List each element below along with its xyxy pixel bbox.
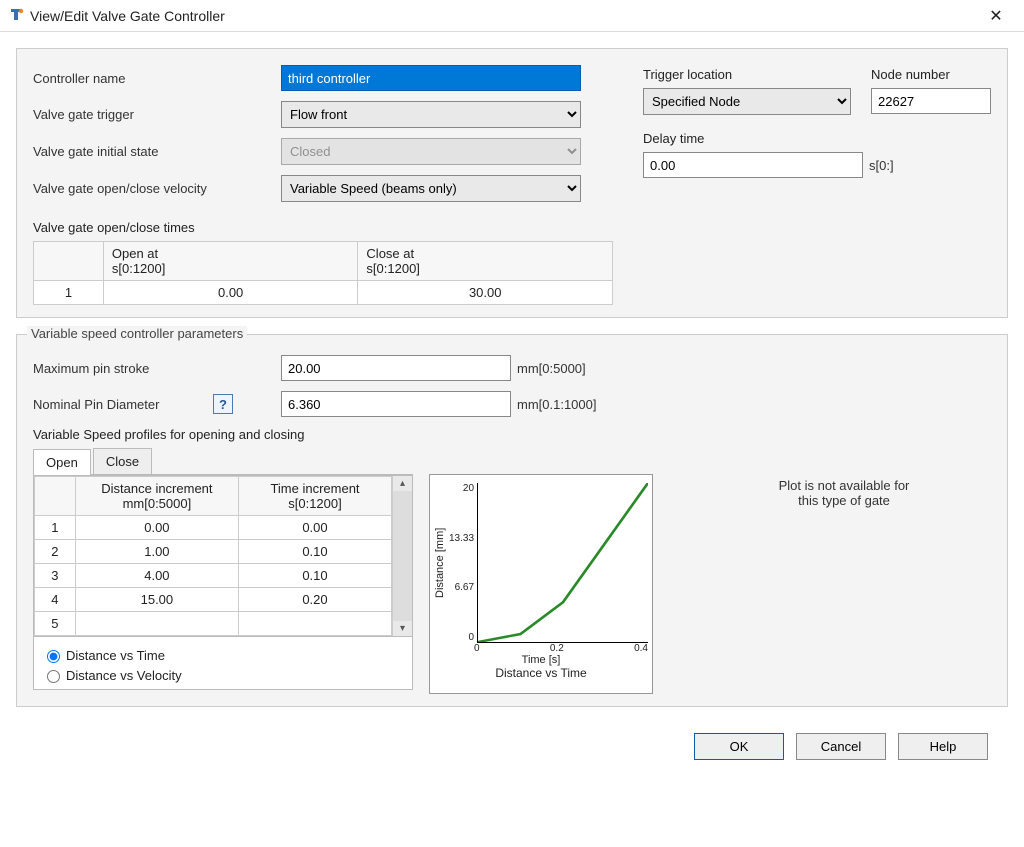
close-icon[interactable]: ✕ <box>976 6 1016 26</box>
variable-speed-group: Variable speed controller parameters Max… <box>16 334 1008 707</box>
nominal-pin-diam-label: Nominal Pin Diameter <box>33 397 205 412</box>
profile-tabs: Open Close <box>33 448 413 475</box>
help-button[interactable]: Help <box>898 733 988 760</box>
variable-speed-legend: Variable speed controller parameters <box>27 326 247 341</box>
window-title: View/Edit Valve Gate Controller <box>30 8 976 24</box>
valve-gate-initial-state-label: Valve gate initial state <box>33 144 281 159</box>
scroll-down-icon[interactable]: ▾ <box>400 621 405 636</box>
tab-open[interactable]: Open <box>33 449 91 475</box>
times-table[interactable]: Open at s[0:1200] Close at s[0:1200] 1 0… <box>33 241 613 305</box>
chart-xlabel: Time [s] <box>434 654 648 666</box>
nominal-pin-diam-units: mm[0.1:1000] <box>517 397 597 412</box>
times-table-heading: Valve gate open/close times <box>33 220 991 235</box>
chart-title: Distance vs Time <box>434 666 648 680</box>
radio-distance-vs-time[interactable]: Distance vs Time <box>42 647 404 663</box>
trigger-location-label: Trigger location <box>643 67 851 82</box>
profile-scrollbar[interactable]: ▴ ▾ <box>392 476 412 636</box>
valve-gate-trigger-label: Valve gate trigger <box>33 107 281 122</box>
ok-button[interactable]: OK <box>694 733 784 760</box>
chart-ylabel: Distance [mm] <box>434 483 446 643</box>
cancel-button[interactable]: Cancel <box>796 733 886 760</box>
nominal-pin-diam-input[interactable] <box>281 391 511 417</box>
app-icon <box>8 8 24 24</box>
valve-gate-initial-state-select: Closed <box>281 138 581 165</box>
tab-close[interactable]: Close <box>93 448 152 474</box>
valve-gate-trigger-select[interactable]: Flow front <box>281 101 581 128</box>
delay-time-input[interactable] <box>643 152 863 178</box>
max-pin-stroke-input[interactable] <box>281 355 511 381</box>
trigger-location-select[interactable]: Specified Node <box>643 88 851 115</box>
table-row[interactable]: 1 0.00 30.00 <box>34 281 613 305</box>
node-number-input[interactable] <box>871 88 991 114</box>
table-row: 21.000.10 <box>35 540 392 564</box>
valve-gate-velocity-label: Valve gate open/close velocity <box>33 181 281 196</box>
controller-name-input[interactable] <box>281 65 581 91</box>
scroll-up-icon[interactable]: ▴ <box>400 476 405 491</box>
controller-group: Controller name Valve gate trigger Flow … <box>16 48 1008 318</box>
delay-time-label: Delay time <box>643 131 991 146</box>
profile-table[interactable]: Distance increment mm[0:5000] Time incre… <box>33 475 413 637</box>
table-row: 34.000.10 <box>35 564 392 588</box>
profiles-heading: Variable Speed profiles for opening and … <box>33 427 991 442</box>
titlebar: View/Edit Valve Gate Controller ✕ <box>0 0 1024 32</box>
delay-time-units: s[0:] <box>869 158 894 173</box>
table-row: 415.000.20 <box>35 588 392 612</box>
valve-gate-velocity-select[interactable]: Variable Speed (beams only) <box>281 175 581 202</box>
plot-unavailable-message: Plot is not available for this type of g… <box>719 478 969 508</box>
help-icon[interactable]: ? <box>213 394 233 414</box>
table-row: 10.000.00 <box>35 516 392 540</box>
node-number-label: Node number <box>871 67 991 82</box>
dialog-buttons: OK Cancel Help <box>16 723 1008 760</box>
max-pin-stroke-units: mm[0:5000] <box>517 361 586 376</box>
max-pin-stroke-label: Maximum pin stroke <box>33 361 281 376</box>
profile-chart: Distance [mm] 20 13.33 6.67 0 0 0.2 0.4 <box>429 474 653 694</box>
controller-name-label: Controller name <box>33 71 281 86</box>
radio-distance-vs-velocity[interactable]: Distance vs Velocity <box>42 667 404 683</box>
table-row: 5 <box>35 612 392 636</box>
